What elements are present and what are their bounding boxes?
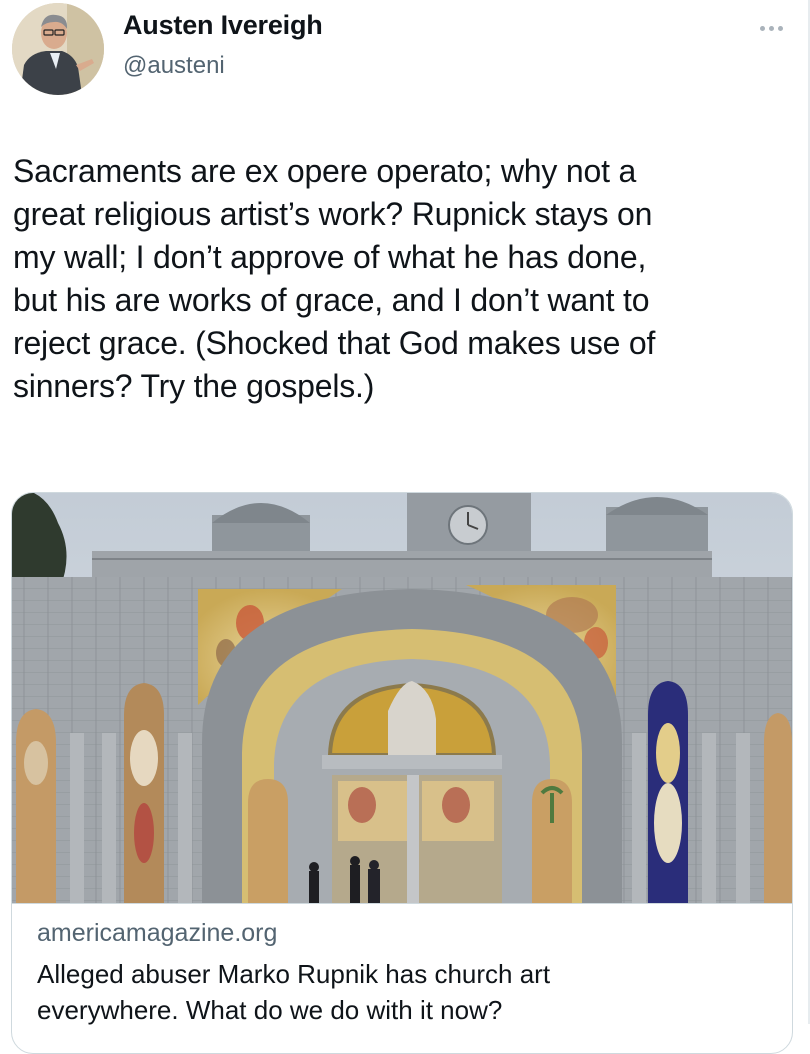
more-dot (769, 26, 774, 31)
card-divider (12, 903, 792, 904)
link-title[interactable]: Alleged abuser Marko Rupnik has church a… (37, 956, 777, 1028)
link-preview-image[interactable] (12, 493, 792, 903)
tweet-text-line: my wall; I don’t approve of what he has … (13, 239, 647, 275)
tweet-text-line: but his are works of grace, and I don’t … (13, 282, 650, 318)
tweet-text-line: sinners? Try the gospels.) (13, 368, 375, 404)
tweet-text-line: Sacraments are ex opere operato; why not… (13, 153, 637, 189)
link-title-line: Alleged abuser Marko Rupnik has church a… (37, 959, 551, 989)
author-handle[interactable]: @austeni (123, 52, 225, 80)
link-preview-card[interactable]: americamagazine.org Alleged abuser Marko… (11, 492, 793, 1054)
link-domain[interactable]: americamagazine.org (37, 919, 277, 948)
author-display-name[interactable]: Austen Ivereigh (123, 10, 323, 41)
more-dot (778, 26, 783, 31)
tweet-text: Sacraments are ex opere operato; why not… (13, 150, 793, 408)
tweet-text-line: great religious artist’s work? Rupnick s… (13, 196, 653, 232)
avatar[interactable] (12, 3, 104, 95)
tweet: Austen Ivereigh @austeni Sacraments are … (0, 0, 810, 1054)
avatar-photo (12, 3, 104, 95)
tweet-text-line: reject grace. (Shocked that God makes us… (13, 325, 656, 361)
more-dot (760, 26, 765, 31)
basilica-facade-image (12, 493, 792, 903)
more-options-icon[interactable] (752, 18, 792, 38)
link-title-line: everywhere. What do we do with it now? (37, 995, 503, 1025)
